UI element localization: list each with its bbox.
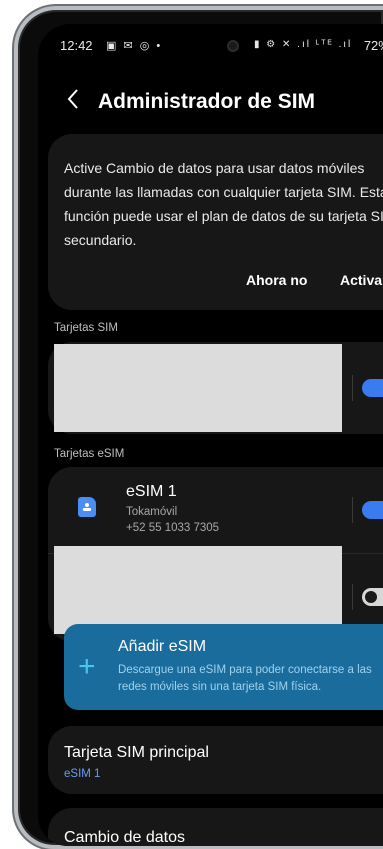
esim-name: eSIM 1 <box>126 483 177 500</box>
esim-phone-number: +52 55 1033 7305 <box>126 522 220 534</box>
principal-sim-setting[interactable]: Tarjeta SIM principal eSIM 1 <box>48 726 383 794</box>
toggle-divider <box>352 497 353 523</box>
esim-1-toggle[interactable] <box>362 501 383 519</box>
app-header: Administrador de SIM <box>38 86 383 122</box>
system-status-icons: ▮ ⚙ ✕ .ıl ᴸᵀᴱ .ıl <box>254 39 353 50</box>
redacted-sim-info <box>54 344 342 432</box>
status-time: 12:42 <box>60 38 93 53</box>
chevron-left-icon <box>67 89 78 109</box>
screen: 12:42 ▣ ✉ ◎ • ▮ ⚙ ✕ .ıl ᴸᵀᴱ .ıl 72%▮ Adm… <box>38 24 383 846</box>
add-esim-title: Añadir eSIM <box>118 638 207 655</box>
principal-sim-value: eSIM 1 <box>64 768 101 780</box>
page-title: Administrador de SIM <box>98 90 316 113</box>
add-esim-description: Descargue una eSIM para poder conectarse… <box>118 664 372 693</box>
sim-card-row[interactable] <box>48 342 383 434</box>
sim-card-icon <box>78 497 96 517</box>
status-bar: 12:42 ▣ ✉ ◎ • ▮ ⚙ ✕ .ıl ᴸᵀᴱ .ıl 72%▮ <box>54 38 383 58</box>
sim-section-label: Tarjetas SIM <box>54 322 118 334</box>
battery-indicator: 72%▮ <box>363 38 383 53</box>
add-esim-button[interactable]: + Añadir eSIM Descargue una eSIM para po… <box>64 624 383 710</box>
not-now-button[interactable]: Ahora no <box>246 272 307 288</box>
principal-sim-title: Tarjeta SIM principal <box>64 744 209 761</box>
front-camera-icon <box>227 40 239 52</box>
plus-icon: + <box>78 650 96 683</box>
suggestion-text: Active Cambio de datos para usar datos m… <box>64 160 383 248</box>
sim-toggle[interactable] <box>362 379 383 397</box>
esim-carrier: Tokamóvil <box>126 506 178 518</box>
back-button[interactable] <box>66 88 88 118</box>
esim-2-toggle[interactable] <box>362 588 383 606</box>
activate-button[interactable]: Activar <box>340 272 383 288</box>
esim-section-label: Tarjetas eSIM <box>54 448 125 460</box>
phone-frame: 12:42 ▣ ✉ ◎ • ▮ ⚙ ✕ .ıl ᴸᵀᴱ .ıl 72%▮ Adm… <box>14 6 383 849</box>
esim-row[interactable]: eSIM 1 Tokamóvil +52 55 1033 7305 <box>48 467 383 553</box>
toggle-divider <box>352 584 353 610</box>
notification-icons: ▣ ✉ ◎ • <box>106 40 163 52</box>
toggle-divider <box>352 375 353 401</box>
toggle-knob <box>365 591 377 603</box>
data-switch-title: Cambio de datos <box>64 829 185 846</box>
redacted-esim-info <box>54 546 342 634</box>
data-switch-setting[interactable]: Cambio de datos <box>48 808 383 846</box>
esim-card-group: eSIM 1 Tokamóvil +52 55 1033 7305 <box>48 467 383 642</box>
data-switch-suggestion-card: Active Cambio de datos para usar datos m… <box>48 134 383 310</box>
